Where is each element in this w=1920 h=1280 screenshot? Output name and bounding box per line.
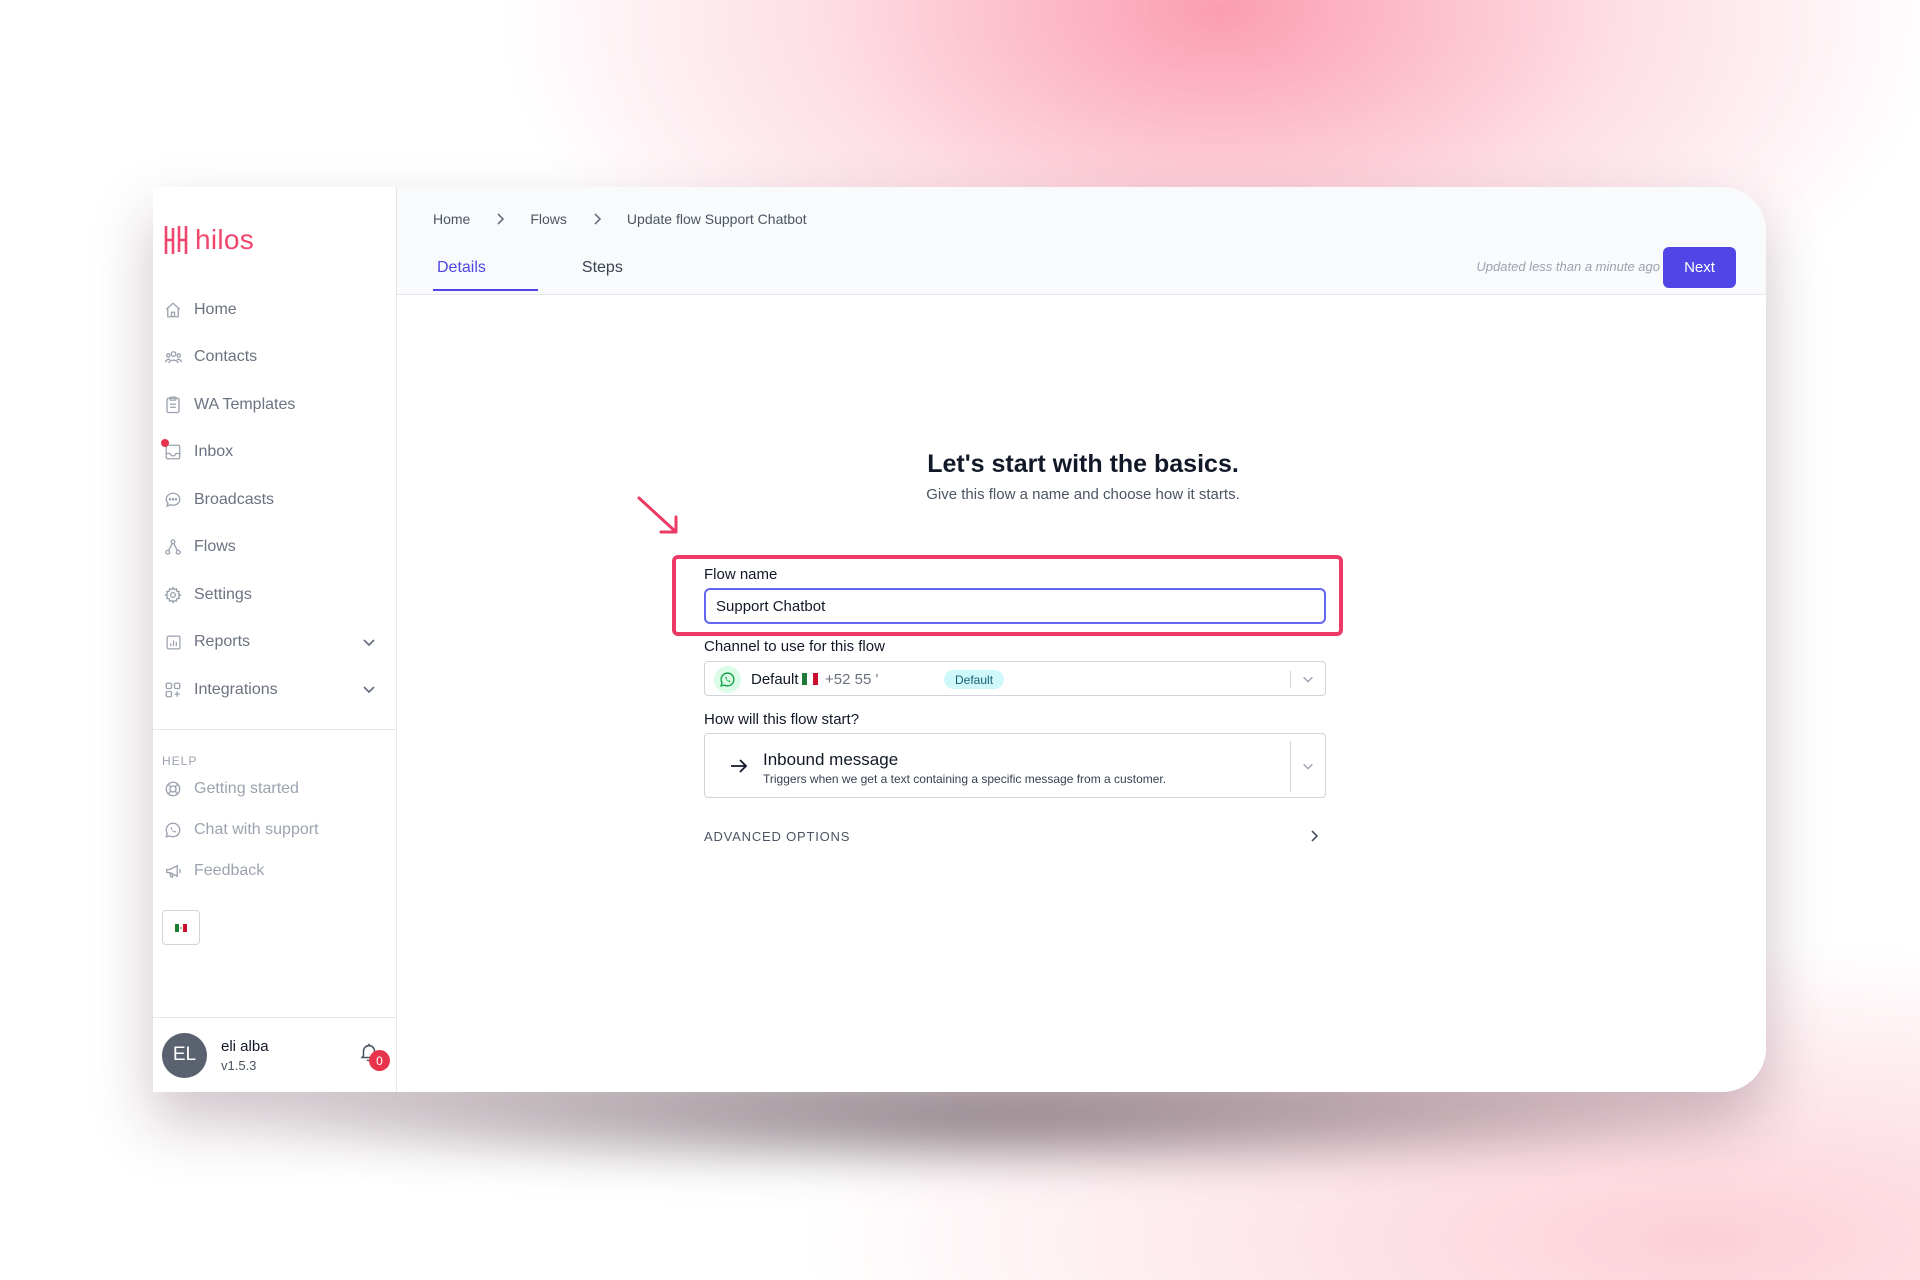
breadcrumb-home[interactable]: Home: [433, 211, 470, 227]
trigger-select[interactable]: Inbound message Triggers when we get a t…: [704, 733, 1326, 798]
page-header: Home Flows Update flow Support Chatbot D…: [397, 187, 1766, 295]
whatsapp-icon: [163, 820, 183, 840]
advanced-options-label: ADVANCED OPTIONS: [704, 829, 851, 844]
help-item-getting-started[interactable]: Getting started: [153, 768, 397, 809]
users-icon: [163, 347, 183, 367]
sidebar-item-label: Broadcasts: [194, 490, 275, 508]
chevron-down-icon[interactable]: [1301, 672, 1315, 686]
main-nav: Home Contacts WA Templates Inbox Broadca…: [153, 286, 397, 714]
notification-count-badge: 0: [369, 1050, 390, 1071]
megaphone-icon: [163, 861, 183, 881]
user-info: eli alba v1.5.3: [221, 1038, 269, 1073]
sidebar-item-settings[interactable]: Settings: [153, 571, 397, 619]
default-badge: Default: [944, 670, 1005, 689]
sidebar: hilos Home Contacts WA Templates Inbox B…: [153, 187, 397, 1092]
tab-details[interactable]: Details: [433, 253, 538, 291]
flow-name-input[interactable]: Support Chatbot: [704, 588, 1326, 624]
start-label: How will this flow start?: [704, 711, 860, 728]
chart-icon: [163, 632, 183, 652]
lifebuoy-icon: [163, 779, 183, 799]
sidebar-item-contacts[interactable]: Contacts: [153, 334, 397, 382]
gear-icon: [163, 585, 183, 605]
help-item-label: Feedback: [194, 861, 265, 879]
sidebar-divider: [153, 729, 397, 730]
help-item-label: Chat with support: [194, 820, 319, 838]
main-panel: Home Flows Update flow Support Chatbot D…: [397, 187, 1766, 1092]
trigger-description: Triggers when we get a text containing a…: [763, 772, 1167, 786]
app-version: v1.5.3: [221, 1057, 257, 1073]
sidebar-item-label: Integrations: [194, 680, 278, 698]
grid-plus-icon: [163, 680, 183, 700]
chevron-down-icon[interactable]: [361, 634, 377, 650]
page-title: Let's start with the basics.: [927, 450, 1239, 478]
avatar[interactable]: EL: [162, 1032, 207, 1078]
annotation-arrow-icon: [637, 496, 678, 534]
select-divider: [1290, 671, 1291, 688]
select-divider: [1290, 741, 1291, 792]
channel-label: Channel to use for this flow: [704, 638, 885, 655]
channel-name: Default: [751, 671, 799, 688]
channel-phone: +52 55 ': [825, 671, 879, 688]
clipboard-icon: [163, 395, 183, 415]
language-selector[interactable]: [162, 910, 200, 945]
sidebar-item-label: Reports: [194, 633, 251, 651]
sidebar-item-home[interactable]: Home: [153, 286, 397, 334]
arrow-right-icon: [731, 759, 748, 773]
help-list: Getting started Chat with support Feedba…: [153, 768, 397, 891]
sidebar-item-label: Flows: [194, 538, 236, 556]
flow-name-label: Flow name: [704, 566, 778, 583]
sidebar-item-label: Contacts: [194, 348, 258, 366]
home-icon: [163, 300, 183, 320]
user-profile[interactable]: EL eli alba v1.5.3 0: [153, 1017, 397, 1092]
whatsapp-icon: [714, 666, 741, 693]
trigger-title: Inbound message: [763, 750, 899, 769]
mexico-flag-icon: [175, 923, 187, 932]
chevron-down-icon[interactable]: [361, 681, 377, 697]
help-item-feedback[interactable]: Feedback: [153, 850, 397, 891]
sidebar-item-wa-templates[interactable]: WA Templates: [153, 381, 397, 429]
sidebar-item-broadcasts[interactable]: Broadcasts: [153, 476, 397, 524]
page-subtitle: Give this flow a name and choose how it …: [926, 486, 1240, 503]
logo-text: hilos: [195, 224, 255, 255]
flow-icon: [163, 537, 183, 557]
mexico-flag-icon: [802, 673, 818, 685]
hilos-logo-icon: [164, 226, 188, 254]
chevron-right-icon: [594, 213, 602, 225]
help-item-label: Getting started: [194, 779, 299, 797]
last-updated-text: Updated less than a minute ago: [1476, 259, 1660, 274]
sidebar-item-label: WA Templates: [194, 395, 296, 413]
help-item-chat-with-support[interactable]: Chat with support: [153, 809, 397, 850]
next-button[interactable]: Next: [1663, 247, 1736, 288]
help-heading: HELP: [162, 754, 198, 768]
sidebar-item-label: Inbox: [194, 443, 234, 461]
sidebar-item-inbox[interactable]: Inbox: [153, 429, 397, 477]
breadcrumb-flows[interactable]: Flows: [530, 211, 567, 227]
chat-bubble-icon: [163, 490, 183, 510]
chevron-down-icon[interactable]: [1301, 759, 1315, 773]
sidebar-item-reports[interactable]: Reports: [153, 619, 397, 667]
chevron-right-icon: [1311, 830, 1319, 842]
breadcrumb: Home Flows Update flow Support Chatbot: [433, 211, 807, 227]
sidebar-item-label: Settings: [194, 585, 252, 603]
channel-select[interactable]: Default +52 55 ' Default: [704, 661, 1326, 696]
sidebar-item-label: Home: [194, 300, 237, 318]
unread-dot: [161, 438, 169, 447]
chevron-right-icon: [497, 213, 505, 225]
tab-bar: Details Steps: [433, 253, 667, 291]
breadcrumb-current: Update flow Support Chatbot: [626, 211, 807, 227]
logo[interactable]: hilos: [163, 223, 254, 257]
app-window: hilos Home Contacts WA Templates Inbox B…: [153, 187, 1766, 1092]
sidebar-item-flows[interactable]: Flows: [153, 524, 397, 572]
flow-name-value: Support Chatbot: [716, 597, 826, 615]
advanced-options-toggle[interactable]: ADVANCED OPTIONS: [704, 827, 1326, 847]
user-name: eli alba: [221, 1037, 269, 1055]
tab-steps[interactable]: Steps: [578, 253, 627, 291]
sidebar-item-integrations[interactable]: Integrations: [153, 666, 397, 714]
